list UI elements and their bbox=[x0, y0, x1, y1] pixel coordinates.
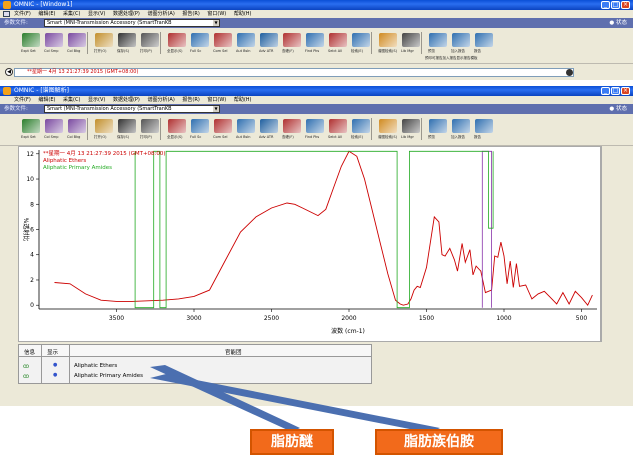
callout-amide-label: 脂肪族伯胺 bbox=[375, 429, 503, 455]
callout-arrows bbox=[150, 365, 440, 433]
callout-ether-label: 脂肪醚 bbox=[250, 429, 334, 455]
arrow-amide bbox=[150, 374, 440, 433]
